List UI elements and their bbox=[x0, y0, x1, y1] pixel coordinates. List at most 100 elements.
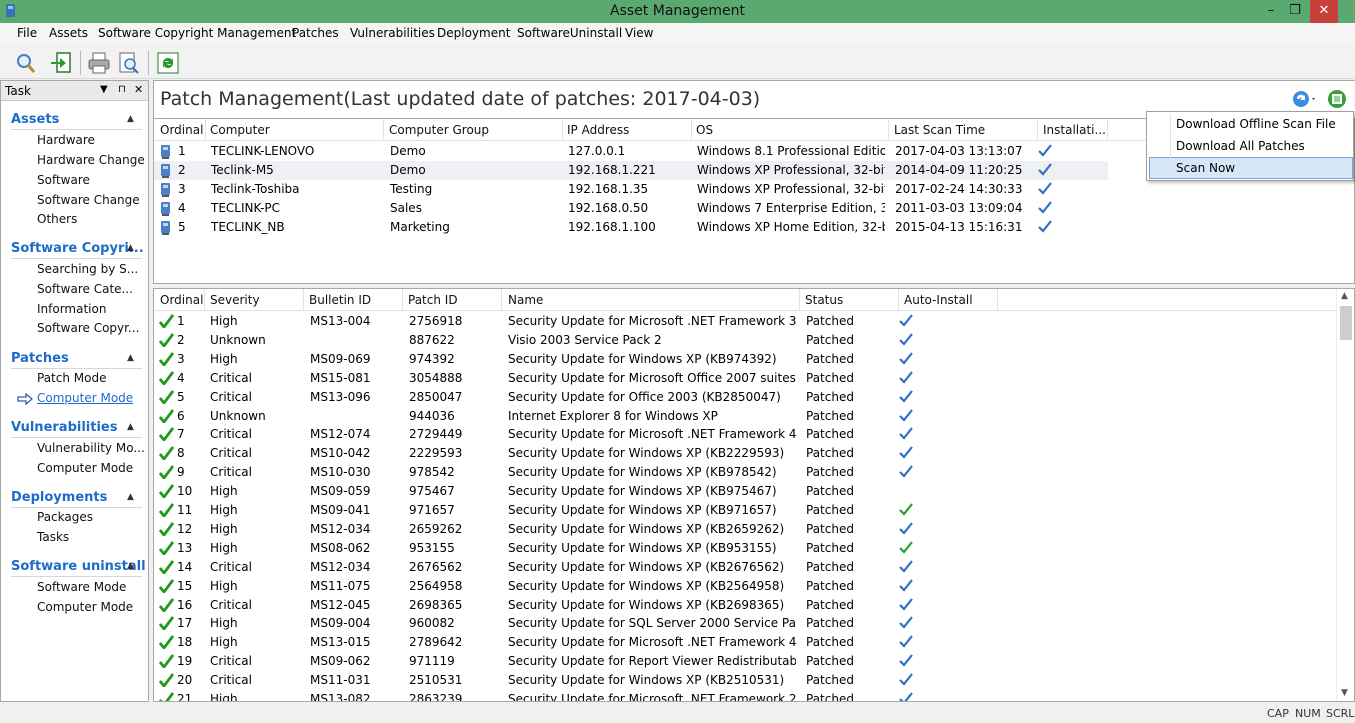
patch-row[interactable]: 13 High MS08-062 953155 Security Update for … bbox=[154, 539, 1354, 558]
menu-vulnerabilities[interactable]: Vulnerabilities bbox=[350, 26, 435, 40]
export-icon[interactable] bbox=[48, 50, 74, 76]
scan-dropdown-icon[interactable] bbox=[1291, 89, 1319, 109]
cell-ip: 192.168.0.50 bbox=[568, 201, 649, 215]
task-item-software-change[interactable]: Software Change bbox=[37, 193, 140, 207]
menu-software-copyright-management[interactable]: Software Copyright Management bbox=[98, 26, 296, 40]
section-assets[interactable]: Assets bbox=[11, 112, 59, 127]
patch-row[interactable]: 10 High MS09-059 975467 Security Update for … bbox=[154, 482, 1354, 501]
cell-bulletin: MS11-031 bbox=[310, 673, 371, 688]
refresh-icon[interactable] bbox=[155, 50, 181, 76]
scroll-down-arrow-icon[interactable]: ▼ bbox=[1341, 688, 1348, 698]
patch-row[interactable]: 2 Unknown 887622 Visio 2003 Service Pack 2 P… bbox=[154, 331, 1354, 350]
column-header-name[interactable]: Name bbox=[508, 293, 543, 307]
computer-row[interactable]: 2 Teclink-M5 Demo 192.168.1.221 Windows XP P… bbox=[154, 161, 1108, 180]
menu-assets[interactable]: Assets bbox=[49, 26, 88, 40]
patch-row[interactable]: 4 Critical MS15-081 3054888 Security Update … bbox=[154, 369, 1354, 388]
patch-row[interactable]: 5 Critical MS13-096 2850047 Security Update … bbox=[154, 388, 1354, 407]
task-item-vulnerability-mode[interactable]: Vulnerability Mo... bbox=[37, 441, 145, 455]
section-deployments[interactable]: Deployments bbox=[11, 490, 107, 505]
scrollbar-thumb[interactable] bbox=[1340, 306, 1352, 340]
task-item-computer-mode-patches[interactable]: Computer Mode bbox=[37, 391, 133, 405]
patch-row[interactable]: 19 Critical MS09-062 971119 Security Update … bbox=[154, 652, 1354, 671]
column-header-ordinal[interactable]: Ordinal bbox=[160, 293, 203, 307]
column-header-installation[interactable]: Installati... bbox=[1043, 123, 1106, 137]
column-header-status[interactable]: Status bbox=[805, 293, 843, 307]
pin-icon[interactable]: ⊓ bbox=[118, 84, 126, 95]
task-pane-dropdown-icon[interactable]: ▼ bbox=[100, 84, 108, 95]
patch-row[interactable]: 9 Critical MS10-030 978542 Security Update f… bbox=[154, 463, 1354, 482]
patch-row[interactable]: 1 High MS13-004 2756918 Security Update for … bbox=[154, 312, 1354, 331]
collapse-icon[interactable]: ▲ bbox=[127, 114, 134, 124]
menu-item-download-offline-scan-file[interactable]: Download Offline Scan File bbox=[1176, 117, 1336, 131]
column-header-ip-address[interactable]: IP Address bbox=[567, 123, 629, 137]
patch-row[interactable]: 7 Critical MS12-074 2729449 Security Update … bbox=[154, 425, 1354, 444]
task-item-searching-by-software[interactable]: Searching by S... bbox=[37, 262, 138, 276]
task-pane-close-icon[interactable]: ✕ bbox=[134, 83, 143, 96]
task-item-software-mode[interactable]: Software Mode bbox=[37, 580, 126, 594]
task-item-computer-mode-uninstall[interactable]: Computer Mode bbox=[37, 600, 133, 614]
patch-row[interactable]: 11 High MS09-041 971657 Security Update for … bbox=[154, 501, 1354, 520]
column-header-ordinal[interactable]: Ordinal bbox=[160, 123, 203, 137]
section-patches[interactable]: Patches bbox=[11, 351, 69, 366]
menu-softwareuninstall[interactable]: SoftwareUninstall bbox=[517, 26, 622, 40]
menu-patches[interactable]: Patches bbox=[292, 26, 339, 40]
column-header-severity[interactable]: Severity bbox=[210, 293, 260, 307]
patch-row[interactable]: 14 Critical MS12-034 2676562 Security Update… bbox=[154, 558, 1354, 577]
download-icon[interactable] bbox=[1326, 89, 1348, 109]
task-item-others[interactable]: Others bbox=[37, 212, 77, 226]
patch-row[interactable]: 16 Critical MS12-045 2698365 Security Update… bbox=[154, 596, 1354, 615]
collapse-icon[interactable]: ▲ bbox=[127, 353, 134, 363]
column-header-bulletin-id[interactable]: Bulletin ID bbox=[309, 293, 371, 307]
computer-row[interactable]: 3 Teclink-Toshiba Testing 192.168.1.35 Windo… bbox=[154, 180, 1354, 199]
collapse-icon[interactable]: ▲ bbox=[127, 243, 134, 253]
patch-row[interactable]: 6 Unknown 944036 Internet Explorer 8 for Wi… bbox=[154, 407, 1354, 426]
task-item-patch-mode[interactable]: Patch Mode bbox=[37, 371, 106, 385]
task-item-software[interactable]: Software bbox=[37, 173, 90, 187]
section-software-copyright[interactable]: Software Copyri... bbox=[11, 241, 144, 256]
patch-row[interactable]: 21 High MS13-082 2863239 Security Update for… bbox=[154, 690, 1354, 701]
patch-row[interactable]: 12 High MS12-034 2659262 Security Update for… bbox=[154, 520, 1354, 539]
column-header-computer[interactable]: Computer bbox=[210, 123, 270, 137]
print-icon[interactable] bbox=[86, 50, 112, 76]
task-item-software-category[interactable]: Software Cate... bbox=[37, 282, 133, 296]
patch-row[interactable]: 15 High MS11-075 2564958 Security Update for… bbox=[154, 577, 1354, 596]
menu-item-scan-now[interactable]: Scan Now bbox=[1176, 161, 1235, 175]
scroll-up-arrow-icon[interactable]: ▲ bbox=[1341, 291, 1348, 301]
search-icon[interactable] bbox=[12, 50, 38, 76]
collapse-icon[interactable]: ▲ bbox=[127, 561, 134, 571]
menu-file[interactable]: File bbox=[17, 26, 37, 40]
task-item-information[interactable]: Information bbox=[37, 302, 106, 316]
task-item-packages[interactable]: Packages bbox=[37, 510, 93, 524]
computer-row[interactable]: 5 TECLINK_NB Marketing 192.168.1.100 Windows… bbox=[154, 218, 1354, 237]
task-item-hardware-change[interactable]: Hardware Change bbox=[37, 153, 145, 167]
vertical-scrollbar[interactable]: ▲ ▼ bbox=[1336, 289, 1354, 701]
task-item-computer-mode-vulnerabilities[interactable]: Computer Mode bbox=[37, 461, 133, 475]
column-header-os[interactable]: OS bbox=[696, 123, 713, 137]
cell-severity: High bbox=[210, 503, 238, 517]
menu-view[interactable]: View bbox=[625, 26, 653, 40]
maximize-button[interactable]: ❐ bbox=[1281, 0, 1309, 23]
patch-row[interactable]: 17 High MS09-004 960082 Security Update for … bbox=[154, 614, 1354, 633]
column-header-patch-id[interactable]: Patch ID bbox=[408, 293, 458, 307]
computer-row[interactable]: 4 TECLINK-PC Sales 192.168.0.50 Windows 7 En… bbox=[154, 199, 1354, 218]
patch-row[interactable]: 20 Critical MS11-031 2510531 Security Update… bbox=[154, 671, 1354, 690]
menu-item-download-all-patches[interactable]: Download All Patches bbox=[1176, 139, 1305, 153]
section-software-uninstall[interactable]: Software uninstall bbox=[11, 559, 146, 574]
menu-deployment[interactable]: Deployment bbox=[437, 26, 510, 40]
collapse-icon[interactable]: ▲ bbox=[127, 422, 134, 432]
section-vulnerabilities[interactable]: Vulnerabilities bbox=[11, 420, 117, 435]
patch-row[interactable]: 8 Critical MS10-042 2229593 Security Update … bbox=[154, 444, 1354, 463]
print-preview-icon[interactable] bbox=[116, 50, 142, 76]
cell-name: Security Update for SQL Server 2000 Serv… bbox=[508, 616, 796, 631]
column-header-last-scan-time[interactable]: Last Scan Time bbox=[894, 123, 985, 137]
collapse-icon[interactable]: ▲ bbox=[127, 492, 134, 502]
task-item-tasks[interactable]: Tasks bbox=[37, 530, 69, 544]
column-header-auto-install[interactable]: Auto-Install bbox=[904, 293, 973, 307]
task-item-software-copyright[interactable]: Software Copyr... bbox=[37, 321, 139, 335]
patch-row[interactable]: 18 High MS13-015 2789642 Security Update for… bbox=[154, 633, 1354, 652]
column-header-computer-group[interactable]: Computer Group bbox=[389, 123, 489, 137]
patch-row[interactable]: 3 High MS09-069 974392 Security Update for W… bbox=[154, 350, 1354, 369]
cell-ordinal: 1 bbox=[178, 144, 186, 158]
close-button[interactable]: ✕ bbox=[1310, 0, 1338, 23]
task-item-hardware[interactable]: Hardware bbox=[37, 133, 95, 147]
